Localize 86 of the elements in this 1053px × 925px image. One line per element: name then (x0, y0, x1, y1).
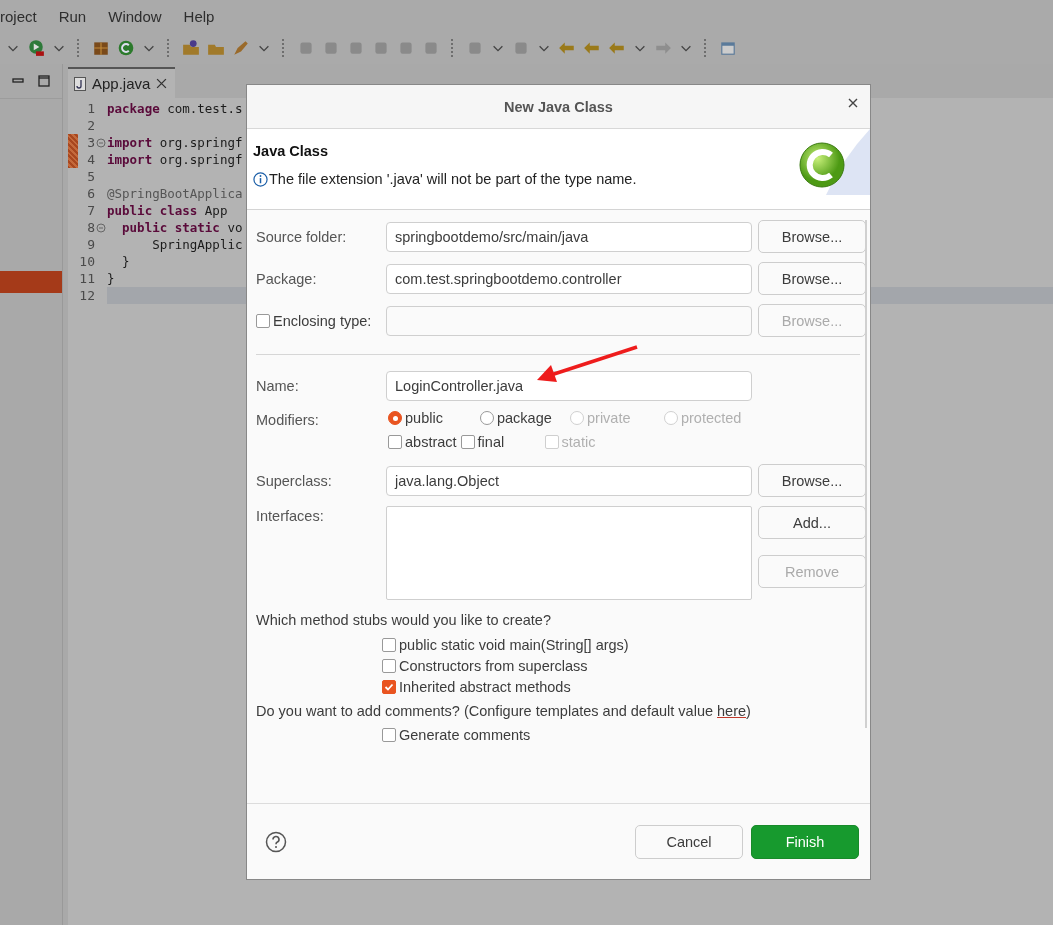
code-line: } (107, 271, 115, 286)
comments-question: Do you want to add comments? (Configure templates and default value here) (256, 703, 752, 719)
window-icon[interactable] (719, 39, 737, 57)
toolbar-icon[interactable] (422, 39, 440, 57)
new-class-icon[interactable] (117, 39, 135, 57)
list-box[interactable] (386, 506, 752, 600)
field-label: Modifiers: (256, 411, 320, 428)
code-line: } (121, 254, 130, 269)
line-number: 9 (86, 237, 95, 252)
field-label: Source folder: (256, 228, 348, 245)
toolbar-icon[interactable] (322, 39, 340, 57)
header-title: Java Class (253, 143, 329, 159)
menu-item[interactable]: Run (58, 7, 87, 25)
code-line: package com.test.s (107, 101, 243, 116)
line-number: 12 (78, 288, 95, 303)
toolbar-icon[interactable] (372, 39, 390, 57)
templates-link[interactable]: here (717, 703, 747, 719)
line-number: 4 (86, 152, 95, 167)
checkmark-icon (384, 682, 394, 692)
code-line: @SpringBootApplica (107, 186, 243, 201)
menu-item[interactable]: Help (183, 7, 215, 25)
change-marker (68, 134, 78, 151)
text-field[interactable]: springbootdemo/src/main/java (386, 221, 752, 252)
toolbar-icon[interactable] (466, 39, 484, 57)
field-label: Package: (256, 270, 318, 287)
fold-icon[interactable] (96, 137, 106, 148)
menu-item[interactable]: roject (0, 7, 37, 25)
checkbox-option[interactable]: final (460, 434, 505, 450)
line-number: 10 (78, 254, 95, 269)
line-number: 2 (86, 118, 95, 133)
browse-button[interactable]: Browse... (758, 464, 866, 497)
line-number: 1 (86, 101, 95, 116)
dialog-title: New Java Class (504, 98, 613, 115)
help-icon[interactable] (265, 830, 287, 853)
checkbox-option[interactable]: abstract (388, 434, 457, 450)
info-message: The file extension '.java' will not be part of the type name. (269, 171, 637, 187)
line-number: 11 (78, 271, 95, 286)
close-icon[interactable] (156, 78, 168, 89)
code-line: import org.springf (107, 135, 243, 150)
stubs-question: Which method stubs would you like to create? (256, 612, 552, 628)
run-icon[interactable] (27, 39, 45, 57)
folder-icon[interactable] (182, 39, 200, 57)
line-number: 5 (86, 169, 95, 184)
line-number: 6 (86, 186, 95, 201)
toolbar-icon[interactable] (512, 39, 530, 57)
pen-icon[interactable] (232, 39, 250, 57)
radio-option[interactable]: public (388, 410, 480, 426)
finish-button[interactable]: Finish (751, 824, 859, 859)
toolbar-icon[interactable] (347, 39, 365, 57)
list-button[interactable]: Add... (758, 506, 866, 539)
browse-button[interactable]: Browse... (758, 262, 866, 295)
field-label: Interfaces: (256, 507, 325, 524)
menu-item[interactable]: Window (108, 7, 162, 25)
java-file-icon (74, 76, 86, 91)
checkbox-option[interactable]: Constructors from superclass (382, 658, 860, 674)
code-line: SpringApplic (151, 237, 243, 252)
checkbox-option[interactable]: public static void main(String[] args) (382, 637, 860, 653)
text-field[interactable]: LoginController.java (386, 371, 752, 401)
toolbar-icon[interactable] (397, 39, 415, 57)
text-field[interactable]: com.test.springbootdemo.controller (386, 263, 752, 294)
tab-label: App.java (92, 75, 151, 92)
code-line: import org.springf (107, 152, 243, 167)
package-icon[interactable] (92, 39, 110, 57)
cancel-button[interactable]: Cancel (635, 824, 743, 859)
code-line: public class App (107, 203, 228, 218)
close-button[interactable] (846, 96, 860, 110)
field-label: Superclass: (256, 472, 333, 489)
code-line: public static vo (121, 220, 243, 235)
highlight-bar (0, 271, 62, 293)
checkbox-option[interactable]: Generate comments (382, 727, 860, 743)
toolbar-icon[interactable] (297, 39, 315, 57)
line-number: 3 (86, 135, 95, 150)
fold-icon[interactable] (96, 222, 106, 233)
line-number: 7 (86, 203, 95, 218)
maximize-icon[interactable] (38, 75, 50, 87)
line-number: 8 (86, 220, 95, 235)
field-label: Name: (256, 378, 300, 394)
radio-option[interactable]: package (480, 410, 570, 426)
info-icon (253, 171, 268, 187)
change-marker (68, 151, 78, 168)
text-field[interactable] (386, 305, 752, 336)
checkbox-option[interactable]: Inherited abstract methods (382, 679, 860, 695)
text-field[interactable]: java.lang.Object (386, 465, 752, 496)
editor-tab[interactable]: App.java (68, 67, 175, 98)
checkbox-option[interactable]: Enclosing type: (256, 312, 380, 329)
browse-button[interactable]: Browse... (758, 220, 866, 253)
